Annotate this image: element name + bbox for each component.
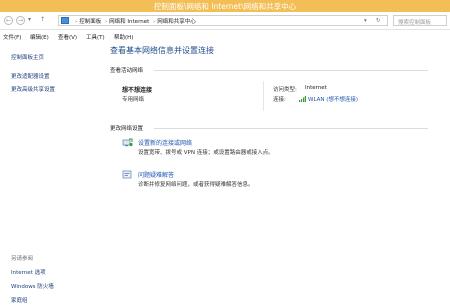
title-bar: 控制面板\网络和 Internet\网络和共享中心 [0,0,450,12]
wlan-connection-link[interactable]: WLAN (想不想连接) [299,95,358,103]
page-title: 查看基本网络信息并设置连接 [110,46,214,55]
change-adapter-settings-link[interactable]: 更改适配器设置 [11,72,50,80]
menu-bar: 文件(F) 编辑(E) 查看(V) 工具(T) 帮助(H) [0,31,450,41]
left-pane: 控制面板主页 更改适配器设置 更改高级共享设置 另请参阅 Internet 选项… [0,41,95,308]
refresh-icon[interactable]: ↻ [376,18,381,24]
access-type-label: 访问类型: [273,87,297,93]
divider [263,81,264,111]
network-type-link[interactable]: 专用网络 [122,95,144,103]
wlan-connection-label: WLAN (想不想连接) [308,97,359,103]
troubleshoot-problems-link[interactable]: 问题疑难解答 [138,170,174,179]
menu-view[interactable]: 查看(V) [58,33,77,41]
breadcrumb-item-sharing-center[interactable]: 网络和共享中心 [157,19,196,25]
control-panel-icon [61,17,69,24]
address-field[interactable]: › 控制面板 › 网络和 Internet › 网络和共享中心 ▾ ↻ [58,15,388,26]
up-arrow-icon[interactable]: ↑ [40,16,45,23]
internet-options-link[interactable]: Internet 选项 [11,268,46,276]
main-content: 查看基本网络信息并设置连接 查看活动网络 想不想连接 专用网络 访问类型: In… [108,41,448,308]
menu-edit[interactable]: 编辑(E) [30,33,49,41]
forward-button[interactable]: → [16,16,25,25]
wifi-signal-icon [299,96,306,102]
setup-new-connection-link[interactable]: 设置新的连接或网络 [138,138,192,147]
menu-file[interactable]: 文件(F) [3,33,21,41]
control-panel-home-link[interactable]: 控制面板主页 [11,53,44,61]
change-settings-heading: 更改网络设置 [110,126,144,132]
window-title: 控制面板\网络和 Internet\网络和共享中心 [153,2,297,11]
search-input[interactable]: 搜索控制面板 [393,15,447,26]
breadcrumb-item-control-panel[interactable]: 控制面板 [79,19,101,25]
new-connection-icon [122,138,133,147]
divider [154,128,428,129]
see-also-heading: 另请参阅 [11,256,34,262]
menu-tools[interactable]: 工具(T) [86,33,105,41]
back-button[interactable]: ← [4,16,13,25]
network-name: 想不想连接 [122,87,153,94]
address-dropdown-icon[interactable]: ▾ [364,18,367,24]
troubleshoot-icon [122,170,132,179]
homegroup-link[interactable]: 家庭组 [11,296,28,304]
troubleshoot-problems-description: 诊断并修复网络问题，或者获得疑难解答信息。 [138,182,254,188]
windows-firewall-link[interactable]: Windows 防火墙 [11,282,54,290]
recent-pages-dropdown-icon[interactable]: ▾ [28,16,31,23]
menu-help[interactable]: 帮助(H) [114,33,133,41]
divider [154,70,428,71]
breadcrumb-item-network-internet[interactable]: 网络和 Internet [109,19,149,25]
change-advanced-sharing-link[interactable]: 更改高级共享设置 [11,85,55,93]
access-type-value: Internet [305,85,327,91]
breadcrumb: › 控制面板 › 网络和 Internet › 网络和共享中心 [75,19,196,25]
address-bar: ← → ▾ ↑ › 控制面板 › 网络和 Internet › 网络和共享中心 ▾ ↻… [0,12,450,30]
active-networks-heading: 查看活动网络 [110,68,144,74]
setup-new-connection-description: 设置宽带、拨号或 VPN 连接；或设置路由器或接入点。 [138,150,274,156]
search-placeholder: 搜索控制面板 [398,20,432,26]
connection-label: 连接: [273,97,286,103]
